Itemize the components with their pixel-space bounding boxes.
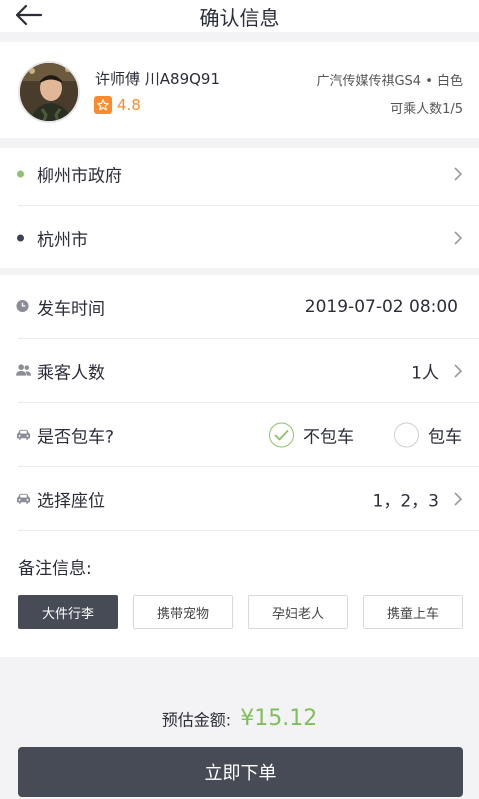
driver-avatar — [18, 61, 80, 123]
origin-row[interactable]: 柳州市政府 — [0, 142, 479, 206]
no-charter-option[interactable]: 不包车 — [269, 422, 354, 448]
users-icon — [16, 362, 31, 381]
header: 确认信息 — [0, 0, 479, 32]
departure-time-row[interactable]: 发车时间 2019-07-02 08:00 — [0, 275, 479, 339]
car-model-color: 广汽传媒传祺GS4 • 白色 — [316, 74, 463, 89]
seat-select-row[interactable]: 选择座位 1，2，3 — [0, 467, 479, 531]
tag-pregnant-elderly[interactable]: 孕妇老人 — [248, 595, 348, 629]
star-icon — [94, 96, 112, 114]
departure-time-label: 发车时间 — [37, 299, 105, 320]
tag-large-luggage[interactable]: 大件行李 — [18, 595, 118, 629]
chevron-right-icon — [453, 363, 463, 379]
passenger-count-row[interactable]: 乘客人数 1人 — [0, 339, 479, 403]
chevron-right-icon — [453, 166, 463, 182]
destination-row[interactable]: 杭州市 — [0, 206, 479, 270]
row-divider — [18, 530, 479, 531]
charter-option-label: 包车 — [428, 427, 462, 448]
driver-rating: 4.8 — [94, 96, 141, 114]
origin-dot-icon — [17, 170, 24, 178]
destination-label: 杭州市 — [37, 230, 88, 251]
chevron-right-icon — [453, 491, 463, 507]
driver-card: 许师傅 川A89Q91 4.8 广汽传媒传祺GS4 • 白色 可乘人数1/5 — [0, 42, 479, 138]
section-divider — [0, 32, 479, 42]
passenger-count-value: 1人 — [411, 363, 439, 384]
chevron-right-icon — [453, 230, 463, 246]
seat-capacity: 可乘人数1/5 — [390, 102, 463, 117]
passenger-count-label: 乘客人数 — [37, 363, 105, 384]
seat-select-label: 选择座位 — [37, 491, 105, 512]
tag-children[interactable]: 携童上车 — [363, 595, 463, 629]
departure-time-value: 2019-07-02 08:00 — [304, 297, 458, 317]
destination-dot-icon — [17, 234, 24, 242]
place-order-button[interactable]: 立即下单 — [18, 747, 463, 797]
price-estimate: 预估金额: ¥15.12 — [0, 706, 479, 731]
estimate-label: 预估金额: — [161, 710, 232, 730]
charter-label: 是否包车? — [37, 427, 115, 448]
clock-icon — [16, 298, 29, 317]
section-divider — [0, 268, 479, 275]
seat-select-value: 1，2，3 — [372, 491, 439, 512]
estimate-price: ¥15.12 — [240, 706, 318, 731]
charter-row: 是否包车? 不包车 包车 — [0, 403, 479, 467]
no-charter-label: 不包车 — [303, 427, 354, 448]
page-title: 确认信息 — [199, 6, 280, 30]
unchecked-radio-icon[interactable] — [394, 422, 419, 448]
rating-value: 4.8 — [117, 96, 141, 114]
remarks-title: 备注信息: — [18, 559, 92, 579]
car-icon — [16, 426, 31, 445]
charter-option[interactable]: 包车 — [394, 422, 462, 448]
origin-label: 柳州市政府 — [37, 166, 122, 187]
tag-pets[interactable]: 携带宠物 — [133, 595, 233, 629]
car-icon — [16, 490, 31, 509]
checked-radio-icon[interactable] — [269, 422, 294, 448]
driver-name-plate: 许师傅 川A89Q91 — [95, 70, 221, 88]
confirm-info-page: 确认信息 许师傅 川A89Q91 4.8 广汽传媒传祺GS4 • 白色 可乘人数… — [0, 0, 479, 799]
